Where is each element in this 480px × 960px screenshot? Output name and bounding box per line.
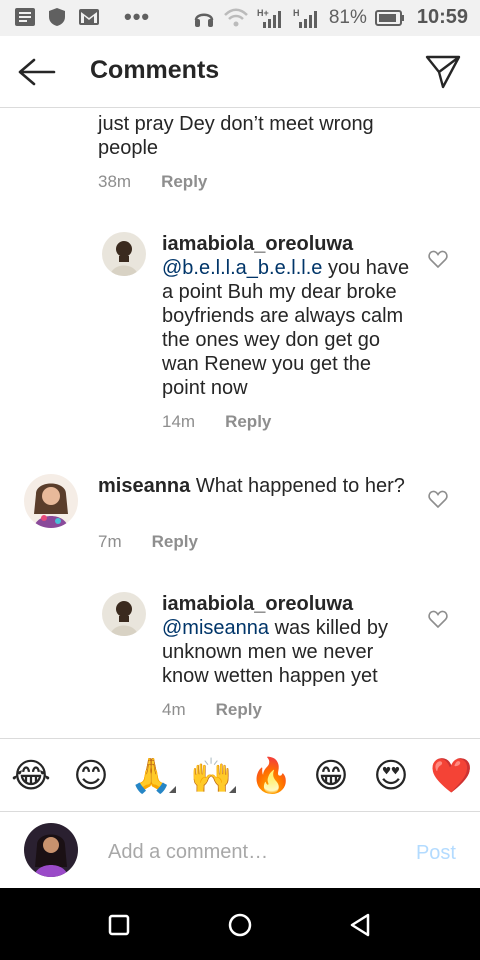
gmail-icon bbox=[79, 9, 99, 25]
heart-icon[interactable] bbox=[428, 490, 448, 508]
emoji-grinning[interactable]: 😁 bbox=[310, 755, 352, 797]
more-notifications-icon: ••• bbox=[124, 4, 151, 29]
emoji-fire[interactable]: 🔥 bbox=[250, 755, 292, 797]
reply-button[interactable]: Reply bbox=[225, 412, 271, 432]
clock: 10:59 bbox=[416, 6, 468, 28]
emoji-heart-eyes[interactable]: 😍 bbox=[370, 755, 412, 797]
skin-tone-indicator-icon bbox=[169, 786, 176, 793]
headphones-icon bbox=[194, 13, 214, 27]
comment-username[interactable]: miseanna bbox=[98, 475, 190, 497]
emoji-red-heart[interactable]: ❤️ bbox=[430, 755, 472, 797]
comment-username[interactable]: iamabiola_oreoluwa bbox=[162, 593, 353, 615]
system-nav-bar bbox=[0, 888, 480, 960]
comment-text: iamabiola_oreoluwa @b.e.l.l.a_b.e.l.l.e … bbox=[162, 233, 410, 399]
comment-item: iamabiola_oreoluwa @b.e.l.l.a_b.e.l.l.e … bbox=[0, 228, 480, 438]
reply-button[interactable]: Reply bbox=[216, 700, 262, 720]
mention-link[interactable]: @b.e.l.l.a_b.e.l.l.e bbox=[162, 257, 322, 279]
comments-list[interactable]: just pray Dey don’t meet wrong people 38… bbox=[0, 108, 480, 738]
emoji-tears-of-joy[interactable]: 😂 bbox=[10, 755, 52, 797]
comment-username[interactable]: iamabiola_oreoluwa bbox=[162, 233, 353, 255]
battery-icon bbox=[374, 9, 404, 26]
page-title: Comments bbox=[90, 56, 220, 84]
reply-button[interactable]: Reply bbox=[161, 172, 207, 192]
emoji-raising-hands[interactable]: 🙌 bbox=[190, 755, 236, 797]
comment-time: 14m bbox=[162, 412, 196, 431]
avatar[interactable] bbox=[24, 474, 78, 528]
add-comment-row: Post bbox=[0, 812, 480, 888]
message-icon bbox=[15, 8, 35, 26]
avatar[interactable] bbox=[102, 592, 146, 636]
reply-button[interactable]: Reply bbox=[152, 532, 198, 552]
comment-time: 38m bbox=[98, 172, 132, 191]
comment-meta: 38m Reply bbox=[98, 172, 207, 192]
comment-item: just pray Dey don’t meet wrong people 38… bbox=[0, 108, 480, 208]
comment-item: iamabiola_oreoluwa @miseanna was killed … bbox=[0, 588, 480, 738]
shield-icon bbox=[49, 8, 65, 26]
back-icon[interactable] bbox=[346, 910, 376, 940]
emoji-praying-hands[interactable]: 🙏 bbox=[130, 755, 176, 797]
home-icon[interactable] bbox=[225, 910, 255, 940]
status-bar: ••• H+ H 81% 10:59 bbox=[0, 0, 480, 36]
comment-meta: 14m Reply bbox=[162, 412, 271, 432]
current-user-avatar bbox=[24, 823, 78, 877]
comment-meta: 4m Reply bbox=[162, 700, 262, 720]
back-arrow-icon[interactable] bbox=[16, 56, 56, 88]
heart-icon[interactable] bbox=[428, 610, 448, 628]
avatar[interactable] bbox=[102, 232, 146, 276]
signal-icon: H+ bbox=[257, 8, 281, 28]
wifi-icon bbox=[223, 8, 248, 26]
skin-tone-indicator-icon bbox=[229, 786, 236, 793]
signal-icon-2: H bbox=[293, 8, 317, 28]
comment-item: miseanna What happened to her? 7m Reply bbox=[0, 470, 480, 570]
direct-send-icon[interactable] bbox=[424, 53, 462, 91]
svg-text:H: H bbox=[293, 8, 300, 18]
svg-text:H+: H+ bbox=[257, 8, 269, 18]
comment-text: iamabiola_oreoluwa @miseanna was killed … bbox=[162, 593, 388, 687]
heart-icon[interactable] bbox=[428, 250, 448, 268]
emoji-bar: 😂 😊 🙏 🙌 🔥 😁 😍 ❤️ bbox=[0, 738, 480, 812]
comment-meta: 7m Reply bbox=[98, 532, 198, 552]
recents-icon[interactable] bbox=[104, 910, 134, 940]
battery-percent: 81% bbox=[328, 6, 367, 28]
comment-text: just pray Dey don’t meet wrong people bbox=[98, 113, 374, 159]
post-button[interactable]: Post bbox=[416, 842, 456, 865]
header: Comments bbox=[0, 36, 480, 108]
comment-input[interactable] bbox=[108, 838, 368, 866]
emoji-smiling[interactable]: 😊 bbox=[70, 755, 112, 797]
mention-link[interactable]: @miseanna bbox=[162, 617, 269, 639]
comment-time: 4m bbox=[162, 700, 186, 719]
comment-text: miseanna What happened to her? bbox=[98, 475, 405, 497]
comment-time: 7m bbox=[98, 532, 122, 551]
